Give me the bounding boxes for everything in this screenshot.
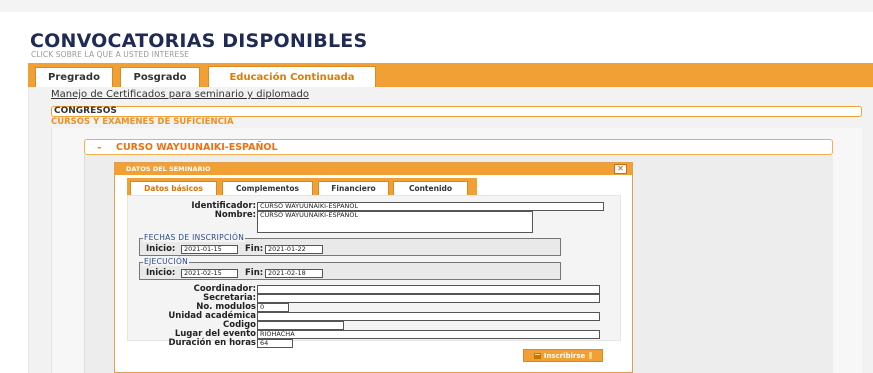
duracion-label: Duración en horas	[168, 338, 257, 348]
tab-complementos[interactable]: Complementos	[222, 181, 313, 195]
main-tab-bar: Pregrado Posgrado Educación Continuada	[28, 63, 873, 87]
ejecucion-fin-label: Fin:	[245, 268, 264, 278]
button-edge	[589, 352, 593, 359]
tab-pregrado[interactable]: Pregrado	[35, 67, 113, 87]
inscripcion-inicio-field[interactable]: 2021-01-15	[181, 245, 238, 254]
inscripcion-fin-field[interactable]: 2021-01-22	[265, 245, 323, 254]
unidad-academica-field[interactable]	[257, 312, 600, 321]
lugar-evento-field[interactable]: RIOHACHA	[257, 330, 600, 339]
page-subtitle: CLICK SOBRE LA QUE A USTED INTERESE	[31, 50, 190, 59]
identificador-field[interactable]: CURSO WAYUUNAIKI-ESPAÑOL	[257, 202, 604, 211]
ejecucion-fin-field[interactable]: 2021-02-18	[265, 269, 323, 278]
modulos-field[interactable]: 0	[257, 303, 289, 312]
inscribirse-label: Inscribirse	[543, 351, 586, 360]
duracion-field[interactable]: 64	[257, 339, 293, 348]
datos-basicos-form: Identificador: CURSO WAYUUNAIKI-ESPAÑOL …	[127, 195, 621, 348]
page-title: CONVOCATORIAS DISPONIBLES	[30, 30, 368, 52]
fechas-inscripcion-legend: FECHAS DE INSCRIPCIÓN	[143, 233, 246, 242]
edit-icon	[533, 352, 541, 359]
ejecucion-inicio-field[interactable]: 2021-02-15	[181, 269, 238, 278]
nombre-label: Nombre:	[214, 210, 256, 220]
ejecucion-inicio-label: Inicio:	[146, 268, 176, 278]
close-icon[interactable]: ✕	[614, 164, 627, 174]
dialog-titlebar[interactable]: DATOS DEL SEMINARIO ✕	[115, 163, 632, 175]
tab-educacion-continuada[interactable]: Educación Continuada	[208, 66, 376, 87]
codigo-field[interactable]	[257, 321, 344, 330]
inscripcion-fin-label: Fin:	[245, 244, 264, 254]
tab-contenido[interactable]: Contenido	[393, 181, 468, 195]
accordion-cursos[interactable]: CURSOS Y EXAMENES DE SUFICIENCIA	[51, 117, 234, 127]
tab-posgrado[interactable]: Posgrado	[120, 67, 200, 87]
certificados-link[interactable]: Manejo de Certificados para seminario y …	[51, 89, 309, 100]
dialog-title: DATOS DEL SEMINARIO	[126, 165, 211, 173]
seminario-dialog: DATOS DEL SEMINARIO ✕ Datos básicos Comp…	[114, 162, 633, 373]
coordinador-field[interactable]	[257, 285, 600, 294]
secretaria-field[interactable]	[257, 294, 600, 303]
course-header[interactable]: - CURSO WAYUUNAIKI-ESPAÑOL	[84, 139, 833, 155]
tab-datos-basicos[interactable]: Datos básicos	[130, 181, 217, 195]
dialog-tab-bar: Datos básicos Complementos Financiero Co…	[127, 178, 477, 195]
top-band	[0, 0, 873, 12]
tab-financiero[interactable]: Financiero	[318, 181, 389, 195]
collapse-icon[interactable]: -	[97, 141, 102, 154]
inscribirse-button[interactable]: Inscribirse	[523, 349, 603, 362]
accordion-congresos[interactable]: CONGRESOS	[51, 106, 862, 117]
inscripcion-inicio-label: Inicio:	[146, 244, 176, 254]
ejecucion-legend: EJECUCIÓN	[143, 257, 190, 266]
nombre-field[interactable]	[257, 211, 533, 233]
course-title: CURSO WAYUUNAIKI-ESPAÑOL	[116, 142, 278, 153]
